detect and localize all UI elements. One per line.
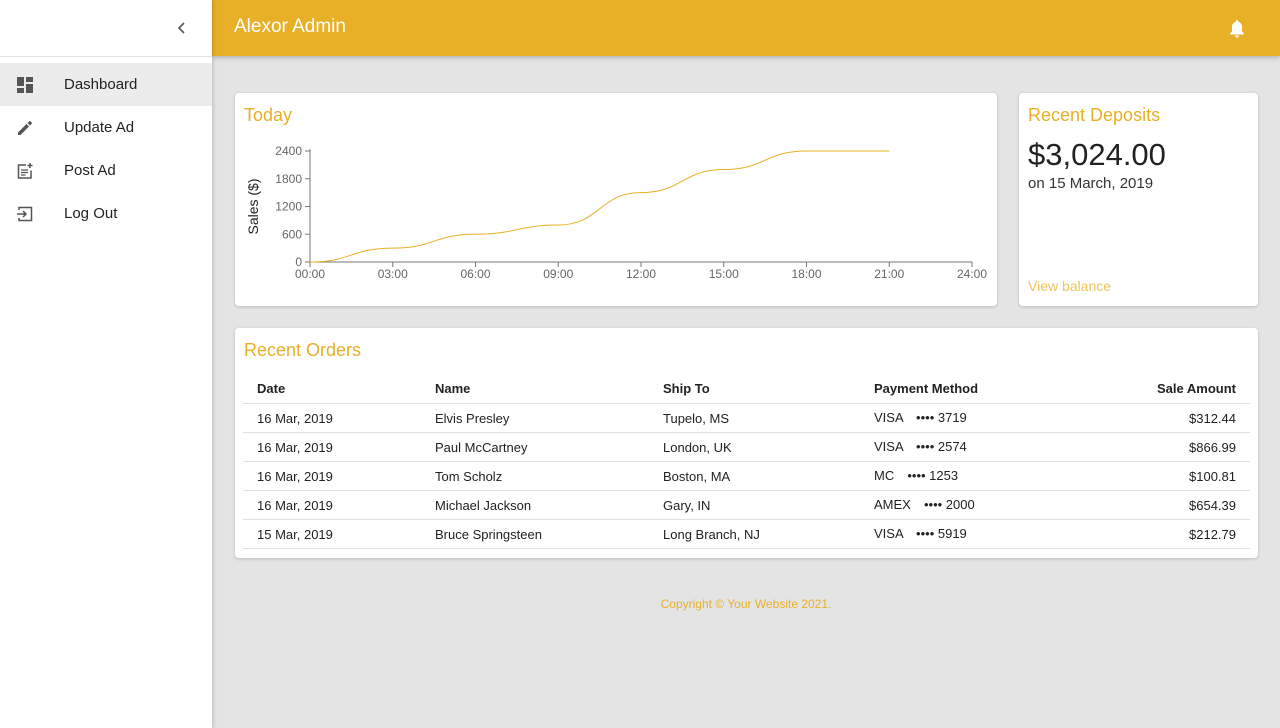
recent-orders-card: Recent Orders Date Name Ship To Payment …	[235, 328, 1258, 558]
sidebar-item-post-ad[interactable]: Post Ad	[0, 149, 212, 192]
cell-ship-to: Boston, MA	[649, 461, 860, 491]
cell-sale-amount: $654.39	[1088, 490, 1250, 520]
x-tick-label: 15:00	[709, 267, 739, 281]
y-tick-label: 1200	[275, 200, 302, 214]
x-tick-label: 03:00	[378, 267, 408, 281]
app-bar: Alexor Admin	[212, 0, 1280, 56]
cell-name: Michael Jackson	[421, 490, 649, 520]
deposit-date: on 15 March, 2019	[1028, 175, 1154, 192]
sidebar-nav: Dashboard Update Ad Post Ad Log Out	[0, 63, 212, 235]
table-row: 16 Mar, 2019 Tom Scholz Boston, MA MC ⠀•…	[243, 461, 1250, 491]
bell-icon	[1230, 19, 1244, 37]
pencil-icon	[15, 118, 35, 138]
x-tick-label: 12:00	[626, 267, 656, 281]
copyright-footer: Copyright © Your Website 2021.	[660, 597, 832, 611]
cell-date: 15 Mar, 2019	[243, 519, 421, 549]
x-tick-label: 21:00	[874, 267, 904, 281]
sales-series-line	[309, 150, 890, 263]
cell-name: Tom Scholz	[421, 461, 649, 491]
sidebar-item-label: Dashboard	[64, 76, 138, 93]
table-row: 16 Mar, 2019 Michael Jackson Gary, IN AM…	[243, 490, 1250, 520]
cell-ship-to: London, UK	[649, 432, 860, 462]
cell-payment-method: VISA ⠀•••• 5919	[860, 519, 1088, 549]
cell-payment-method: VISA ⠀•••• 2574	[860, 432, 1088, 462]
cell-name: Paul McCartney	[421, 432, 649, 462]
sidebar-header	[0, 0, 212, 57]
table-row: 16 Mar, 2019 Elvis Presley Tupelo, MS VI…	[243, 403, 1250, 433]
cell-payment-method: AMEX ⠀•••• 2000	[860, 490, 1088, 520]
sidebar-item-dashboard[interactable]: Dashboard	[0, 63, 212, 106]
sidebar-item-label: Log Out	[64, 205, 118, 222]
orders-title: Recent Orders	[244, 340, 362, 360]
cell-sale-amount: $312.44	[1088, 403, 1250, 433]
dashboard-icon	[15, 75, 35, 95]
sidebar-item-log-out[interactable]: Log Out	[0, 192, 212, 235]
column-header-payment-method: Payment Method	[860, 374, 1088, 404]
column-header-ship-to: Ship To	[649, 374, 860, 404]
cell-date: 16 Mar, 2019	[243, 432, 421, 462]
sidebar-item-update-ad[interactable]: Update Ad	[0, 106, 212, 149]
table-header-row: Date Name Ship To Payment Method Sale Am…	[243, 374, 1250, 404]
sidebar-item-label: Update Ad	[64, 119, 135, 136]
cell-payment-method: MC ⠀•••• 1253	[860, 461, 1088, 491]
cell-sale-amount: $212.79	[1088, 519, 1250, 549]
cell-ship-to: Tupelo, MS	[649, 403, 860, 433]
collapse-sidebar-button[interactable]	[170, 16, 194, 40]
cell-name: Bruce Springsteen	[421, 519, 649, 549]
x-tick-label: 09:00	[543, 267, 573, 281]
app-title: Alexor Admin	[234, 16, 346, 37]
y-axis-label: Sales ($)	[245, 178, 261, 234]
x-tick-label: 18:00	[791, 267, 821, 281]
cell-sale-amount: $866.99	[1088, 432, 1250, 462]
column-header-sale-amount: Sale Amount	[1088, 374, 1250, 404]
x-tick-label: 06:00	[460, 267, 490, 281]
sales-line-chart: 060012001800240000:00 03:00 06:00 09:00 12:0…	[245, 144, 987, 281]
y-tick-label: 600	[282, 227, 302, 241]
cell-name: Elvis Presley	[421, 403, 649, 433]
cell-date: 16 Mar, 2019	[243, 403, 421, 433]
column-header-date: Date	[243, 374, 421, 404]
cell-date: 16 Mar, 2019	[243, 461, 421, 491]
orders-table: Date Name Ship To Payment Method Sale Am…	[243, 374, 1250, 549]
cell-ship-to: Long Branch, NJ	[649, 519, 860, 549]
cell-ship-to: Gary, IN	[649, 490, 860, 520]
sidebar-item-label: Post Ad	[64, 162, 116, 179]
post-add-icon	[15, 161, 35, 181]
recent-deposits-card: Recent Deposits $3,024.00 on 15 March, 2…	[1019, 93, 1258, 306]
today-chart-card: Today 0 600 1200 1800 2400 00:00 03:00 06:00 09:…	[235, 93, 997, 306]
y-tick-label: 1800	[275, 172, 302, 186]
x-tick-label: 24:00	[957, 267, 987, 281]
y-tick-label: 2400	[275, 144, 302, 158]
cell-sale-amount: $100.81	[1088, 461, 1250, 491]
logout-icon	[15, 204, 35, 224]
cell-payment-method: VISA ⠀•••• 3719	[860, 403, 1088, 433]
table-row: 15 Mar, 2019 Bruce Springsteen Long Bran…	[243, 519, 1250, 549]
notifications-button[interactable]	[1226, 16, 1248, 40]
deposit-amount: $3,024.00	[1028, 137, 1166, 172]
sidebar: Dashboard Update Ad Post Ad Log Out	[0, 0, 212, 728]
table-row: 16 Mar, 2019 Paul McCartney London, UK V…	[243, 432, 1250, 462]
deposits-title: Recent Deposits	[1028, 105, 1161, 125]
view-balance-link[interactable]: View balance	[1028, 278, 1111, 294]
column-header-name: Name	[421, 374, 649, 404]
cell-date: 16 Mar, 2019	[243, 490, 421, 520]
chevron-left-icon	[177, 22, 185, 34]
x-tick-label: 00:00	[295, 267, 325, 281]
